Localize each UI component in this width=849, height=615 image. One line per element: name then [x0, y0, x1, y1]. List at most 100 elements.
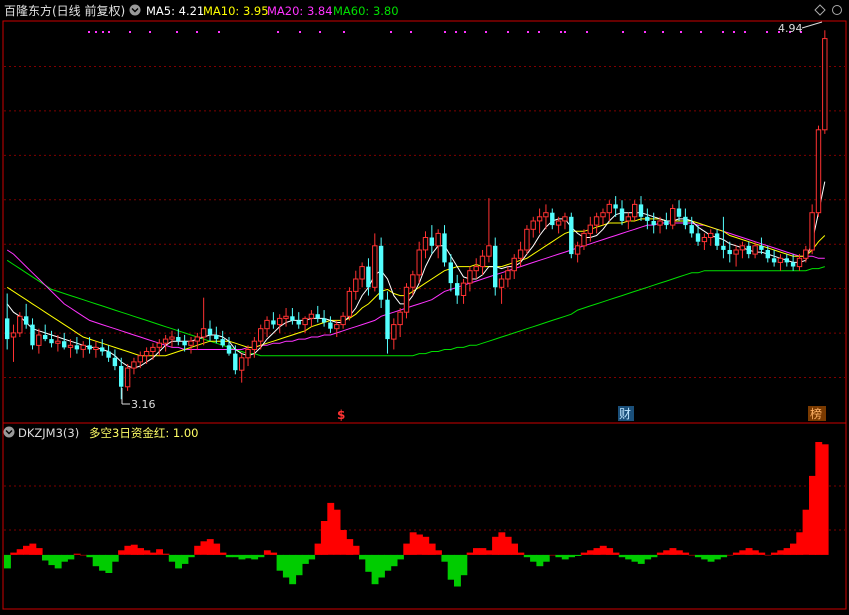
candle[interactable]: [124, 363, 131, 391]
candle-body: [214, 335, 219, 340]
billboard-marker[interactable]: 榜: [808, 406, 826, 421]
histogram-bar: [206, 539, 214, 555]
histogram-bar: [181, 554, 189, 564]
histogram-bar: [815, 442, 823, 555]
candle[interactable]: [670, 204, 676, 230]
signal-dot: [176, 31, 178, 33]
candle-body: [340, 315, 346, 326]
candle-body: [5, 318, 10, 340]
histogram-bar: [295, 554, 303, 576]
stock-chart[interactable]: 4.94 3.16 $ 财 榜 百隆东方(日线 前复权) MA5: 4.21 M…: [0, 0, 849, 611]
candle-body: [321, 318, 327, 323]
histogram-bar: [726, 554, 734, 556]
candle-body: [302, 317, 308, 326]
signal-dot: [733, 31, 735, 33]
histogram-bar: [327, 502, 335, 555]
histogram-bar: [656, 552, 664, 555]
histogram-bar: [669, 548, 677, 555]
candle-body: [771, 258, 777, 263]
candle[interactable]: [815, 125, 822, 217]
histogram-bar: [86, 554, 94, 558]
candle-body: [233, 353, 238, 371]
indicator-value-label: 多空3日资金红: 1.00: [89, 426, 198, 440]
candle-body: [308, 313, 315, 319]
finance-marker[interactable]: 财: [618, 406, 634, 421]
candle-body: [493, 245, 498, 288]
histogram-bar: [289, 554, 297, 585]
histogram-bar: [238, 554, 246, 560]
signal-dot: [662, 31, 664, 33]
histogram-bar: [777, 550, 785, 555]
histogram-bar: [42, 554, 49, 561]
histogram-bar: [422, 536, 430, 555]
chart-canvas[interactable]: 4.94 3.16 $ 财 榜 百隆东方(日线 前复权) MA5: 4.21 M…: [0, 0, 849, 611]
candle-body: [258, 328, 264, 342]
dollar-marker[interactable]: $: [337, 408, 345, 422]
candle[interactable]: [822, 30, 828, 134]
histogram-bar: [574, 554, 582, 556]
histogram-bar: [688, 554, 696, 556]
candle-body: [733, 249, 739, 255]
ma10-label: MA10: 3.95: [203, 4, 269, 18]
histogram-bar: [549, 554, 556, 556]
candle[interactable]: [493, 237, 498, 296]
candle-body: [455, 283, 460, 296]
finance-marker-text: 财: [619, 407, 631, 421]
histogram-bar: [23, 545, 30, 555]
candle-body: [143, 351, 150, 357]
histogram-bar: [156, 549, 163, 555]
candle-body: [498, 278, 505, 288]
dollar-marker-text: $: [337, 408, 345, 422]
chevron-down-icon[interactable]: [129, 4, 141, 16]
histogram-bar: [263, 550, 271, 555]
low-price-label: 3.16: [131, 398, 156, 411]
histogram-bar: [244, 554, 252, 559]
candle-body: [207, 328, 213, 335]
candle-body: [264, 319, 270, 330]
ma60-label: MA60: 3.80: [333, 4, 399, 18]
histogram-bar: [118, 550, 125, 555]
candle[interactable]: [569, 212, 574, 259]
candle-body: [156, 342, 163, 348]
histogram-bar: [492, 536, 499, 555]
signal-dot: [390, 31, 392, 33]
candle-body: [587, 224, 593, 234]
candle-body: [739, 245, 746, 251]
signal-dot: [277, 31, 279, 33]
candle-body: [505, 270, 511, 280]
chevron-down-icon[interactable]: [3, 426, 15, 438]
histogram-bar: [137, 548, 144, 555]
candle-body: [36, 334, 42, 346]
candle-body: [290, 316, 295, 321]
histogram-bar: [701, 554, 709, 560]
candle[interactable]: [524, 225, 530, 255]
histogram-bar: [168, 554, 176, 562]
candle-body: [746, 245, 751, 255]
candle-body: [391, 324, 397, 340]
signal-dot: [538, 31, 540, 33]
histogram-bar: [587, 550, 594, 555]
candle-body: [87, 345, 92, 350]
histogram-bar: [618, 554, 626, 558]
candle-body: [176, 337, 181, 342]
histogram-bar: [637, 554, 645, 564]
candle-body: [600, 212, 606, 218]
candle-body: [49, 339, 54, 344]
histogram-bar: [802, 509, 810, 555]
histogram-bar: [35, 548, 43, 555]
signal-dot: [455, 31, 457, 33]
histogram-bar: [555, 554, 563, 558]
candle-body: [271, 320, 276, 325]
candle-body: [188, 340, 194, 346]
candle-body: [777, 257, 784, 263]
candle-body: [372, 245, 378, 288]
histogram-bar: [149, 552, 157, 555]
histogram-bar: [435, 550, 442, 555]
histogram-bar: [454, 554, 461, 587]
candle[interactable]: [346, 287, 353, 321]
histogram-bar: [758, 552, 766, 555]
histogram-bar: [54, 554, 62, 569]
candle[interactable]: [378, 237, 384, 309]
candle[interactable]: [17, 312, 23, 338]
histogram-bar: [783, 548, 791, 555]
